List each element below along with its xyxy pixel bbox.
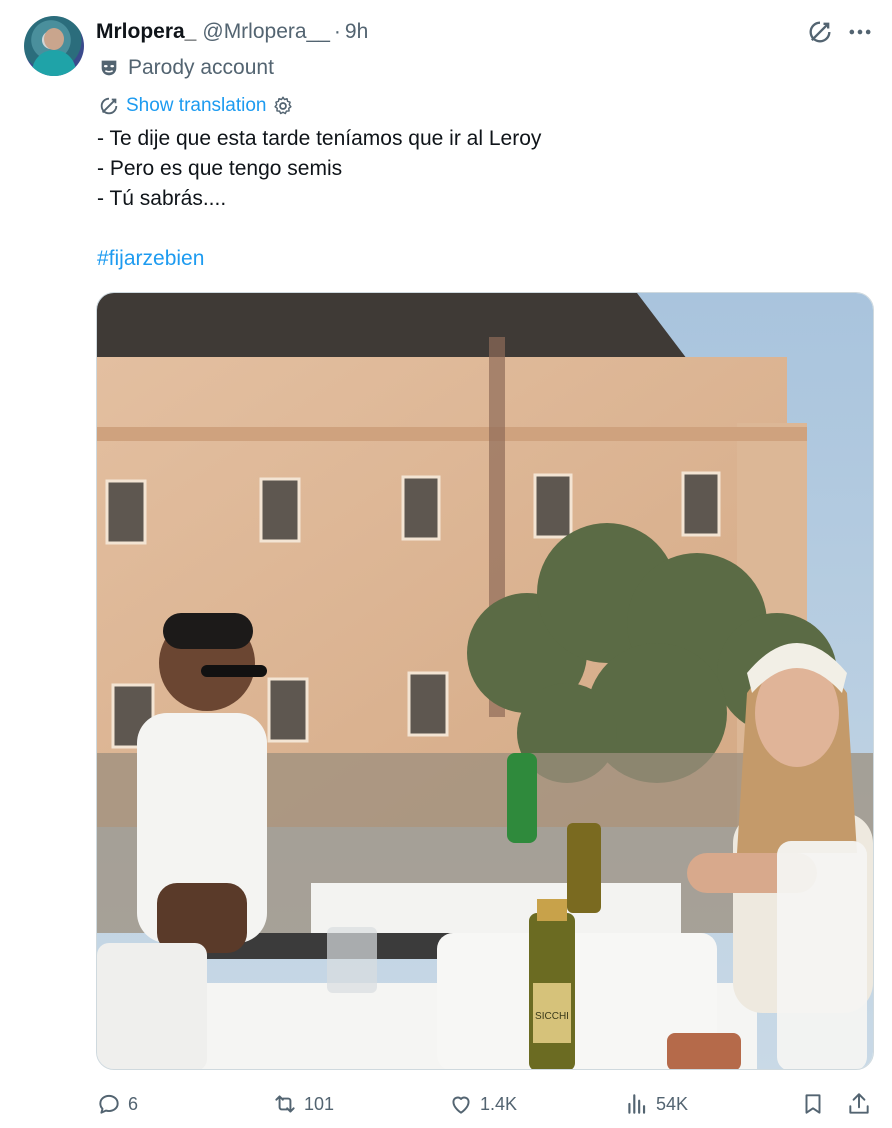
like-button[interactable]: 1.4K — [448, 1086, 517, 1122]
photo-scene: SICCHI — [97, 293, 873, 1069]
candle-holder — [667, 1033, 741, 1069]
parody-label: Parody account — [98, 54, 274, 82]
grok-icon[interactable] — [806, 18, 834, 46]
cornice — [97, 427, 807, 441]
repost-count: 101 — [304, 1093, 335, 1114]
views-button[interactable]: 54K — [624, 1086, 688, 1122]
repost-button[interactable]: 101 — [272, 1086, 334, 1122]
theater-mask-icon — [98, 57, 120, 79]
hashtag-link[interactable]: #fijarzebien — [97, 244, 204, 274]
avatar-body — [32, 50, 76, 76]
more-icon[interactable] — [846, 18, 874, 46]
chair-front — [97, 943, 207, 1069]
views-icon — [628, 1094, 646, 1114]
tweet-line: - Te dije que esta tarde teníamos que ir… — [97, 127, 542, 150]
bottle-label: SICCHI — [535, 1011, 569, 1022]
bookmark-icon — [805, 1094, 821, 1114]
share-button[interactable] — [846, 1086, 872, 1122]
show-translation-link[interactable]: Show translation — [126, 95, 266, 117]
reply-count: 6 — [128, 1093, 139, 1114]
action-bar: 6 101 1.4K 54K — [0, 1086, 892, 1122]
tweet-line: - Tú sabrás.... — [97, 187, 227, 210]
tweet-line: - Pero es que tengo semis — [97, 157, 343, 180]
roof — [97, 293, 687, 359]
view-count: 54K — [656, 1093, 689, 1114]
parody-label-text: Parody account — [128, 56, 274, 79]
like-count: 1.4K — [480, 1093, 518, 1114]
display-name[interactable]: Mrlopera_ — [96, 20, 196, 44]
green-bottle — [507, 753, 537, 843]
heart-icon — [452, 1096, 470, 1114]
glass — [327, 927, 377, 993]
reply-button[interactable]: 6 — [96, 1086, 138, 1122]
bookmark-button[interactable] — [800, 1086, 826, 1122]
separator-dot: · — [333, 20, 341, 43]
bottle — [529, 899, 575, 1069]
share-icon — [849, 1093, 869, 1114]
avatar-face — [44, 28, 64, 50]
tweet-photo[interactable]: SICCHI — [96, 292, 874, 1070]
user-handle[interactable]: @Mrlopera__ — [202, 20, 330, 44]
gear-icon[interactable] — [272, 95, 294, 117]
post-time[interactable]: 9h — [345, 20, 368, 44]
tweet-text: - Te dije que esta tarde teníamos que ir… — [97, 124, 857, 214]
avatar[interactable] — [24, 16, 84, 76]
show-translation[interactable]: Show translation — [98, 92, 294, 120]
tweet-header: Mrlopera_ @Mrlopera__ · 9h — [96, 18, 368, 46]
translate-icon — [98, 95, 120, 117]
reply-icon — [99, 1094, 119, 1114]
chair — [777, 841, 867, 1069]
repost-icon — [275, 1095, 295, 1113]
small-bottle — [567, 823, 601, 913]
